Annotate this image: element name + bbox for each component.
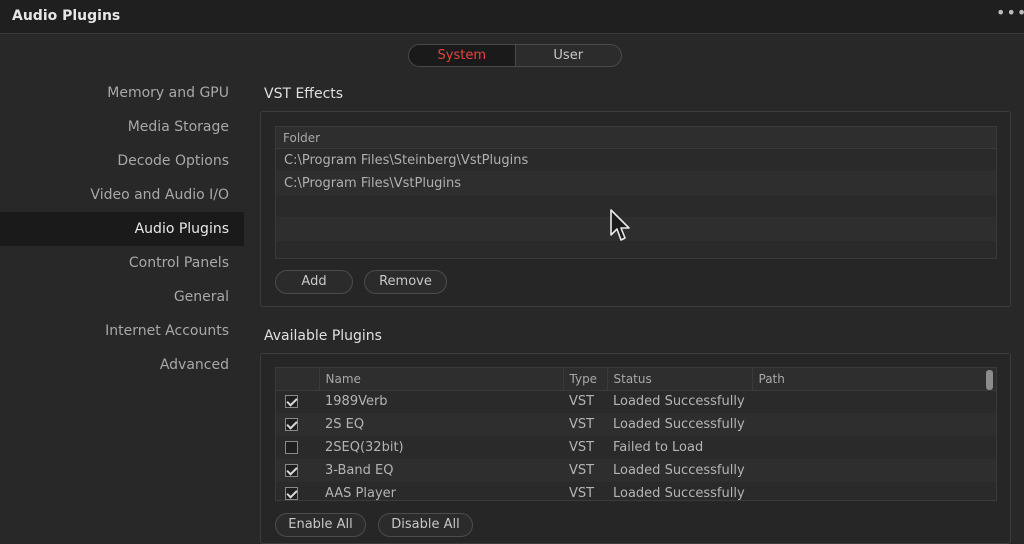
sidebar-item-audio-plugins[interactable]: Audio Plugins xyxy=(0,212,244,246)
sidebar-item-media-storage[interactable]: Media Storage xyxy=(0,110,244,144)
empty-row xyxy=(276,218,996,241)
plugin-status: Failed to Load xyxy=(613,440,704,455)
name-column-header[interactable]: Name xyxy=(319,368,564,391)
tab-system[interactable]: System xyxy=(409,45,516,66)
plugin-name: 2S EQ xyxy=(319,413,563,436)
plugin-type: VST xyxy=(563,459,607,482)
plugins-table: Name Type Status Path 1989Verb VST Loade… xyxy=(276,368,996,501)
plugins-scrollbar[interactable] xyxy=(986,370,993,390)
sidebar-item-control-panels[interactable]: Control Panels xyxy=(0,246,244,280)
checkbox-cell xyxy=(276,413,319,436)
plugin-status: Loaded Successfully xyxy=(613,486,745,501)
path-column-header[interactable]: Path xyxy=(752,368,996,391)
enable-checkbox[interactable] xyxy=(285,441,298,454)
disable-all-button[interactable]: Disable All xyxy=(378,513,473,537)
title-bar: Audio Plugins ••• xyxy=(0,0,1024,34)
status-column-header[interactable]: Status xyxy=(607,368,753,391)
folder-row[interactable]: C:\Program Files\Steinberg\VstPlugins xyxy=(276,149,996,172)
plugin-type: VST xyxy=(569,440,595,455)
plugin-status: Loaded Successfully xyxy=(613,394,745,410)
plugin-path xyxy=(752,390,996,413)
type-column-header[interactable]: Type xyxy=(563,368,608,391)
plugin-name: 3-Band EQ xyxy=(319,459,563,482)
plugin-path xyxy=(752,459,996,482)
available-plugins-title: Available Plugins xyxy=(264,328,382,344)
table-row[interactable]: AAS Player VST Loaded Successfully xyxy=(276,482,996,501)
plugin-path xyxy=(752,482,996,500)
window-title: Audio Plugins xyxy=(12,8,121,24)
sidebar-item-memory-gpu[interactable]: Memory and GPU xyxy=(0,76,244,110)
more-options-icon[interactable]: ••• xyxy=(996,5,1024,26)
checkbox-cell xyxy=(276,436,319,459)
enable-checkbox[interactable] xyxy=(285,395,298,409)
sidebar-item-internet-accounts[interactable]: Internet Accounts xyxy=(0,314,244,348)
plugin-name: 2SEQ(32bit) xyxy=(325,440,404,455)
plugin-type: VST xyxy=(563,413,607,436)
plugin-type: VST xyxy=(569,486,595,501)
enable-checkbox[interactable] xyxy=(285,487,298,500)
folder-list[interactable]: Folder C:\Program Files\Steinberg\VstPlu… xyxy=(275,126,997,259)
plugin-status: Loaded Successfully xyxy=(607,459,752,482)
sidebar-item-decode-options[interactable]: Decode Options xyxy=(0,144,244,178)
table-row[interactable]: 2S EQ VST Loaded Successfully xyxy=(276,413,996,436)
tab-user[interactable]: User xyxy=(516,45,622,66)
vst-effects-title: VST Effects xyxy=(264,86,344,102)
plugin-path xyxy=(752,436,996,459)
table-header-row: Name Type Status Path xyxy=(276,368,996,391)
table-row[interactable]: 3-Band EQ VST Loaded Successfully xyxy=(276,459,996,482)
remove-folder-button[interactable]: Remove xyxy=(364,270,447,294)
checkbox-column-header[interactable] xyxy=(276,368,320,391)
table-row[interactable]: 2SEQ(32bit) VST Failed to Load xyxy=(276,436,996,459)
plugin-name: AAS Player xyxy=(325,486,396,501)
table-row[interactable]: 1989Verb VST Loaded Successfully xyxy=(276,390,996,413)
enable-checkbox[interactable] xyxy=(285,464,298,477)
plugins-table-container: Name Type Status Path 1989Verb VST Loade… xyxy=(275,367,997,501)
checkbox-cell xyxy=(276,482,319,500)
sidebar-item-general[interactable]: General xyxy=(0,280,244,314)
enable-checkbox[interactable] xyxy=(285,418,298,431)
checkbox-cell xyxy=(276,459,319,482)
folder-row[interactable]: C:\Program Files\VstPlugins xyxy=(276,172,996,195)
scope-toggle: System User xyxy=(408,44,622,67)
settings-sidebar: Memory and GPU Media Storage Decode Opti… xyxy=(0,76,244,382)
plugin-path xyxy=(752,413,996,436)
empty-row xyxy=(276,195,996,218)
checkbox-cell xyxy=(276,390,319,413)
plugin-type: VST xyxy=(569,394,595,410)
mouse-cursor-icon xyxy=(610,209,630,241)
plugin-status: Loaded Successfully xyxy=(607,413,752,436)
folder-column-header[interactable]: Folder xyxy=(276,127,996,149)
add-folder-button[interactable]: Add xyxy=(275,270,353,294)
sidebar-item-advanced[interactable]: Advanced xyxy=(0,348,244,382)
plugin-name: 1989Verb xyxy=(325,394,388,410)
enable-all-button[interactable]: Enable All xyxy=(275,513,366,537)
sidebar-item-video-audio-io[interactable]: Video and Audio I/O xyxy=(0,178,244,212)
